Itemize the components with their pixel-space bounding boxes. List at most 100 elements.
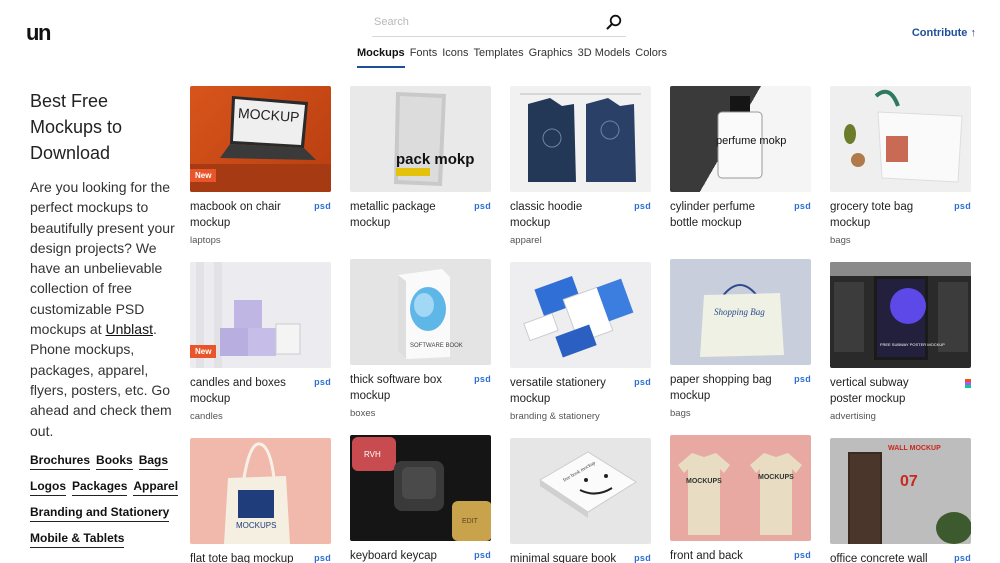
mockup-title[interactable]: office concrete wall [830,551,971,563]
mockup-card[interactable]: MOCKUPS MOCKUPS front and back psd [670,435,811,563]
search-input[interactable] [372,9,592,35]
unblast-logo[interactable]: un [26,20,51,46]
mockup-card[interactable]: grocery tote bag mockup bags psd [830,86,971,246]
svg-text:perfume mokp: perfume mokp [716,135,786,147]
category-apparel[interactable]: Apparel [133,479,179,496]
svg-text:FREE SUBWAY POSTER MOCKUP: FREE SUBWAY POSTER MOCKUP [880,342,945,347]
perfume-image: perfume mokp [716,96,786,179]
mockup-thumbnail[interactable]: pack mokp [350,86,491,192]
psd-format-icon: psd [314,553,331,563]
mockup-title[interactable]: cylinder perfume bottle mockup [670,199,811,231]
mockup-card[interactable]: RVH EDIT keyboard keycap psd [350,435,491,563]
mockup-card[interactable]: versatile stationery mockup branding & st… [510,262,651,422]
contribute-link[interactable]: Contribute ↑ [912,27,976,39]
mockup-card[interactable]: free book mockup minimal square book psd [510,438,651,563]
mockup-title[interactable]: classic hoodie mockup [510,199,651,231]
mockup-card[interactable]: pack mokp metallic package mockup psd [350,86,491,231]
tab-graphics[interactable]: Graphics [529,47,573,68]
tab-fonts[interactable]: Fonts [410,47,438,68]
mockup-thumbnail[interactable]: WALL MOCKUP 07 [830,438,971,544]
mockup-tag[interactable]: advertising [830,411,971,422]
psd-format-icon: psd [954,553,971,563]
psd-format-icon: psd [954,201,971,211]
search-bar [372,9,626,37]
mockup-title[interactable]: grocery tote bag mockup [830,199,971,231]
search-icon[interactable] [606,14,622,30]
mockup-thumbnail[interactable] [830,86,971,192]
keycap-image: RVH EDIT [352,437,491,541]
mockup-title[interactable]: thick software box mockup [350,372,491,404]
subway-poster-image: FREE SUBWAY POSTER MOCKUP [830,262,971,360]
sidebar: Best Free Mockups to Download Are you lo… [30,88,179,557]
psd-format-icon: psd [634,201,651,211]
mockup-thumbnail[interactable]: SOFTWARE BOOK [350,259,491,365]
mockup-tag[interactable]: bags [670,408,811,419]
square-book-image: free book mockup [539,451,637,518]
category-brochures[interactable]: Brochures [30,453,91,470]
mockup-thumbnail[interactable]: free book mockup [510,438,651,544]
svg-text:WALL MOCKUP: WALL MOCKUP [888,445,941,452]
mockup-card[interactable]: classic hoodie mockup apparel psd [510,86,651,246]
mockup-tag[interactable]: branding & stationery [510,411,651,422]
mockup-card[interactable]: MOCKUP New macbook on chair mockup laptop… [190,86,331,246]
category-packages[interactable]: Packages [72,479,128,496]
category-mobile-tablets[interactable]: Mobile & Tablets [30,531,125,548]
unblast-link[interactable]: Unblast [105,321,152,337]
new-badge: New [190,345,217,358]
concrete-wall-image: WALL MOCKUP 07 [848,445,971,544]
category-bags[interactable]: Bags [138,453,169,470]
mockup-card[interactable]: Shopping Bag paper shopping bag mockup ba… [670,259,811,419]
tab-3d-models[interactable]: 3D Models [578,47,631,68]
mockup-card[interactable]: perfume mokp cylinder perfume bottle moc… [670,86,811,231]
mockup-thumbnail[interactable] [510,86,651,192]
category-logos[interactable]: Logos [30,479,66,496]
svg-text:Shopping Bag: Shopping Bag [714,307,765,317]
mockup-title[interactable]: minimal square book [510,551,651,563]
mockup-tag[interactable]: bags [830,235,971,246]
page-title: Best Free Mockups to Download [30,91,123,163]
tab-colors[interactable]: Colors [635,47,667,68]
mockup-title[interactable]: versatile stationery mockup [510,375,651,407]
intro-text: Are you looking for the perfect mockups … [30,179,175,439]
mockup-title[interactable]: metallic package mockup [350,199,491,231]
mockup-title[interactable]: front and back [670,548,811,563]
category-books[interactable]: Books [96,453,133,470]
stationery-image [523,276,634,358]
hoodie-image [520,93,641,182]
mockup-tag[interactable]: candles [190,411,331,422]
psd-format-icon: psd [474,201,491,211]
mockup-thumbnail[interactable]: MOCKUPS [190,438,331,544]
mockup-card[interactable]: MOCKUPS flat tote bag mockup psd [190,438,331,563]
mockup-tag[interactable]: boxes [350,408,491,419]
mockup-title[interactable]: macbook on chair mockup [190,199,331,231]
mockup-thumbnail[interactable]: Shopping Bag [670,259,811,365]
mockup-thumbnail[interactable]: New [190,262,331,368]
mockup-card[interactable]: FREE SUBWAY POSTER MOCKUP vertical subwa… [830,262,971,422]
mockup-title[interactable]: vertical subway poster mockup [830,375,971,407]
mockup-tag[interactable]: laptops [190,235,331,246]
new-badge: New [190,169,217,182]
mockup-title[interactable]: candles and boxes mockup [190,375,331,407]
tab-mockups[interactable]: Mockups [357,47,405,68]
flat-tote-image: MOCKUPS [224,442,290,544]
mockup-thumbnail[interactable]: perfume mokp [670,86,811,192]
mockup-thumbnail[interactable]: RVH EDIT [350,435,491,541]
category-branding-stationery[interactable]: Branding and Stationery [30,505,170,522]
mockup-card[interactable]: New candles and boxes mockup candles psd [190,262,331,422]
mockup-title[interactable]: keyboard keycap [350,548,491,563]
mockup-title[interactable]: paper shopping bag mockup [670,372,811,404]
mockup-thumbnail[interactable]: FREE SUBWAY POSTER MOCKUP [830,262,971,368]
mockup-card[interactable]: WALL MOCKUP 07 office concrete wall psd [830,438,971,563]
mockup-title[interactable]: flat tote bag mockup [190,551,331,563]
tab-icons[interactable]: Icons [442,47,468,68]
mockup-tag[interactable]: apparel [510,235,651,246]
svg-text:RVH: RVH [364,450,381,459]
mockup-thumbnail[interactable]: MOCKUP New [190,86,331,192]
mockup-thumbnail[interactable] [510,262,651,368]
tab-templates[interactable]: Templates [474,47,524,68]
mockup-card[interactable]: SOFTWARE BOOK thick software box mockup b… [350,259,491,419]
mockup-thumbnail[interactable]: MOCKUPS MOCKUPS [670,435,811,541]
psd-format-icon: psd [794,374,811,384]
category-tabs: Mockups Fonts Icons Templates Graphics 3… [357,47,667,68]
psd-format-icon: psd [794,550,811,560]
